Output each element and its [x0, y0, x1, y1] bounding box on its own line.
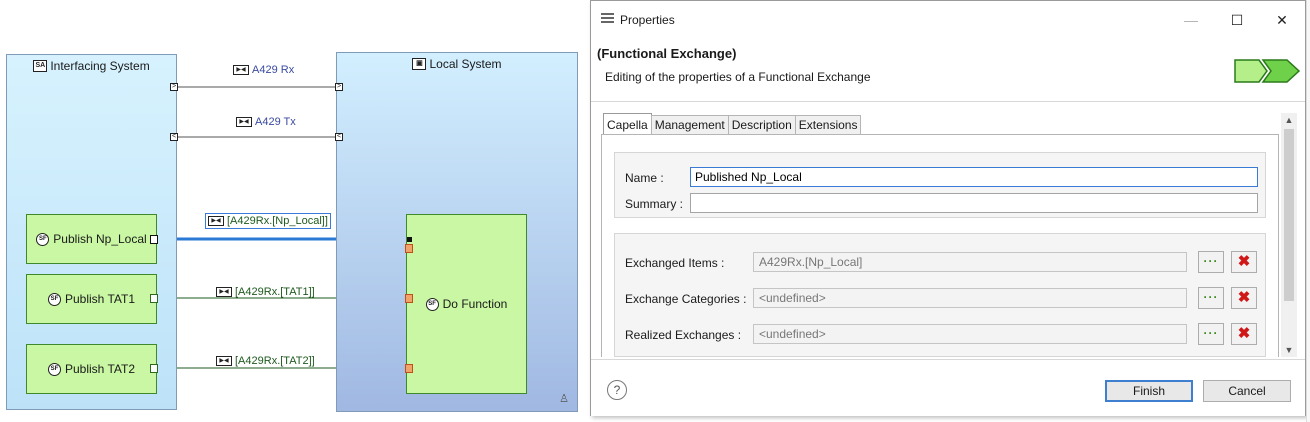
header-title: (Functional Exchange) — [597, 46, 737, 61]
window-title: Properties — [620, 13, 675, 27]
component-exchange-icon: ▶◀ — [236, 117, 252, 127]
tab-description[interactable]: Description — [727, 115, 796, 134]
delete-icon: ✖ — [1237, 289, 1251, 306]
header-subtitle: Editing of the properties of a Functiona… — [605, 70, 871, 84]
interfacing-system-title: SA Interfacing System — [7, 59, 176, 73]
publish-tat1-label: Publish TAT1 — [64, 292, 136, 306]
function-icon: SF — [425, 297, 439, 311]
exchange-label-tat1[interactable]: ▶◀ [A429Rx.[TAT1]] — [216, 286, 315, 298]
more-icon: ··· — [1203, 326, 1219, 340]
diagram-canvas[interactable]: SA Interfacing System ▣ Local System ♙ >… — [0, 0, 590, 422]
local-system-label: Local System — [429, 57, 502, 71]
properties-dialog: Properties — ☐ ✕ (Functional Exchange) E… — [590, 0, 1306, 416]
function-publish-np-local[interactable]: SF Publish Np_Local — [26, 214, 157, 264]
scroll-down-icon[interactable]: ▼ — [1281, 343, 1297, 357]
function-icon: SF — [47, 362, 61, 376]
exchange-label-tat2[interactable]: ▶◀ [A429Rx.[TAT2]] — [216, 355, 315, 367]
output-port-tat2[interactable] — [150, 364, 158, 373]
close-button[interactable]: ✕ — [1270, 9, 1294, 31]
input-port-tat2[interactable] — [405, 364, 413, 373]
layout-icon[interactable]: ♙ — [559, 392, 569, 405]
input-port-tat1[interactable] — [405, 294, 413, 303]
function-do-function[interactable]: SF Do Function — [406, 214, 527, 394]
footer-separator — [591, 359, 1305, 360]
more-icon: ··· — [1203, 290, 1219, 304]
system-actor-icon: SA — [33, 60, 48, 72]
np-local-exchange-text: [A429Rx.[Np_Local]] — [227, 215, 328, 227]
tab-bar: Capella Management Description Extension… — [603, 113, 862, 135]
exchange-categories-browse-button[interactable]: ··· — [1198, 287, 1224, 309]
functional-exchange-icon: ▶◀ — [216, 356, 232, 366]
port-interfacing-rx[interactable]: > — [170, 83, 178, 91]
function-publish-tat2[interactable]: SF Publish TAT2 — [26, 344, 157, 394]
name-input[interactable] — [690, 167, 1258, 187]
dialog-footer: ? Finish Cancel — [591, 361, 1305, 416]
exchange-label-a429-tx[interactable]: ▶◀ A429 Tx — [236, 116, 296, 128]
port-local-rx[interactable]: > — [335, 83, 343, 91]
header-separator — [591, 101, 1305, 102]
name-group: Name : Summary : — [614, 152, 1266, 218]
scrollbar-thumb[interactable] — [1284, 129, 1294, 301]
dialog-titlebar[interactable]: Properties — ☐ ✕ — [591, 1, 1305, 39]
summary-label: Summary : — [625, 197, 684, 211]
do-function-label: Do Function — [442, 297, 508, 311]
functional-exchange-arrow-icon — [1233, 57, 1301, 88]
realized-exchanges-field[interactable]: <undefined> — [753, 324, 1187, 344]
function-publish-tat1[interactable]: SF Publish TAT1 — [26, 274, 157, 324]
vertical-scrollbar[interactable]: ▲ ▼ — [1281, 113, 1297, 357]
a429-tx-text: A429 Tx — [255, 116, 296, 128]
more-icon: ··· — [1203, 254, 1219, 268]
publish-tat2-label: Publish TAT2 — [64, 362, 136, 376]
system-component-icon: ▣ — [412, 58, 427, 70]
exchanged-items-field[interactable]: A429Rx.[Np_Local] — [753, 252, 1187, 272]
function-icon: SF — [36, 232, 50, 246]
a429-rx-text: A429 Rx — [252, 64, 295, 76]
maximize-button[interactable]: ☐ — [1225, 9, 1249, 31]
delete-icon: ✖ — [1237, 325, 1251, 342]
tat2-exchange-text: [A429Rx.[TAT2]] — [235, 355, 315, 367]
interfacing-system-label: Interfacing System — [50, 59, 150, 73]
background-window-edge — [1306, 0, 1310, 422]
minimize-button[interactable]: — — [1179, 9, 1203, 31]
exchange-properties-group: Exchanged Items : A429Rx.[Np_Local] ··· … — [614, 233, 1266, 357]
help-icon[interactable]: ? — [607, 380, 627, 400]
exchanged-items-browse-button[interactable]: ··· — [1198, 251, 1224, 273]
functional-exchange-icon: ▶◀ — [216, 287, 232, 297]
output-port-tat1[interactable] — [150, 294, 158, 303]
local-system-title: ▣ Local System — [337, 57, 577, 71]
exchanged-items-remove-button[interactable]: ✖ — [1231, 251, 1257, 273]
port-interfacing-tx[interactable]: < — [170, 133, 178, 141]
tab-extensions[interactable]: Extensions — [794, 115, 862, 134]
exchange-categories-field[interactable]: <undefined> — [753, 288, 1187, 308]
cancel-button[interactable]: Cancel — [1203, 380, 1291, 402]
realized-exchanges-remove-button[interactable]: ✖ — [1231, 323, 1257, 345]
exchange-label-np-local[interactable]: ▶◀ [A429Rx.[Np_Local]] — [205, 213, 331, 229]
selection-handle[interactable] — [407, 237, 412, 242]
port-local-tx[interactable]: < — [335, 133, 343, 141]
tab-management[interactable]: Management — [650, 115, 729, 134]
summary-input[interactable] — [690, 193, 1258, 213]
realized-exchanges-browse-button[interactable]: ··· — [1198, 323, 1224, 345]
tab-capella[interactable]: Capella — [603, 113, 652, 134]
name-label: Name : — [625, 171, 664, 185]
scroll-up-icon[interactable]: ▲ — [1281, 113, 1297, 127]
realized-exchanges-label: Realized Exchanges : — [625, 328, 742, 342]
functional-exchange-icon: ▶◀ — [208, 216, 224, 226]
exchange-label-a429-rx[interactable]: ▶◀ A429 Rx — [233, 64, 294, 76]
finish-button[interactable]: Finish — [1105, 380, 1193, 402]
output-port-np-local[interactable] — [150, 235, 158, 244]
capella-tab-pane: Name : Summary : Exchanged Items : A429R… — [601, 134, 1279, 357]
delete-icon: ✖ — [1237, 253, 1251, 270]
input-port-np-local[interactable] — [405, 244, 413, 253]
exchange-categories-remove-button[interactable]: ✖ — [1231, 287, 1257, 309]
menu-icon — [601, 12, 614, 29]
component-exchange-icon: ▶◀ — [233, 65, 249, 75]
function-icon: SF — [47, 292, 61, 306]
tat1-exchange-text: [A429Rx.[TAT1]] — [235, 286, 315, 298]
publish-np-local-label: Publish Np_Local — [53, 232, 147, 246]
exchanged-items-label: Exchanged Items : — [625, 256, 725, 270]
exchange-categories-label: Exchange Categories : — [625, 292, 747, 306]
